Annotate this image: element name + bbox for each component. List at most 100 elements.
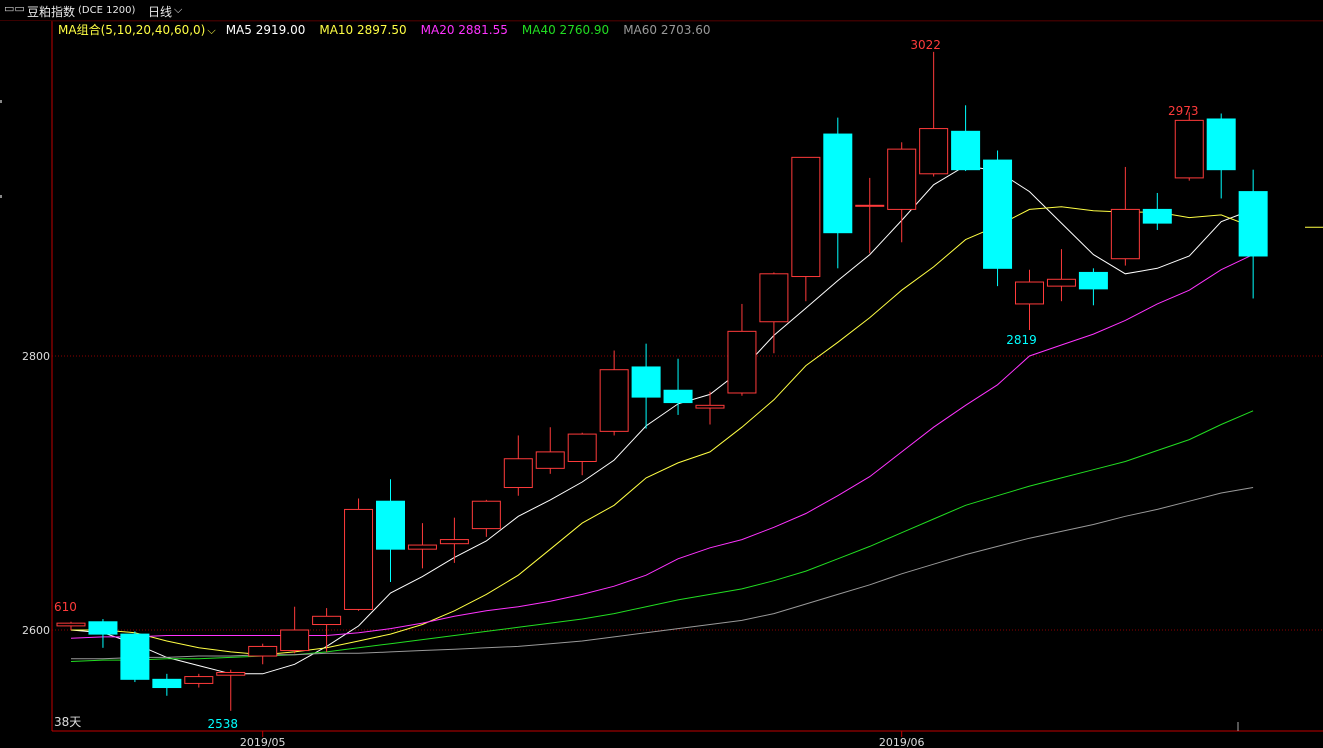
candlestick-chart: 2600 2800 2019/05 2019/06 610 38天 2538 2819 3022… (22, 20, 1323, 748)
ma40-line (70, 410, 1254, 662)
candle (1174, 112, 1204, 181)
ma20-legend: MA20 2881.55 (420, 23, 508, 37)
candle (1046, 249, 1076, 302)
candle-body-down (1142, 208, 1172, 224)
left-value-label: 610 (54, 600, 77, 614)
candle-body-down (1238, 191, 1268, 257)
candle-body-down (120, 633, 150, 680)
candle-body-up (535, 451, 565, 469)
candle-body-up (887, 148, 917, 210)
candle-body-up (1174, 119, 1204, 179)
chevron-down-icon[interactable]: ⌵ (174, 3, 182, 17)
candle (983, 150, 1013, 287)
ma-group-label[interactable]: MA组合(5,10,20,40,60,0) (58, 21, 205, 38)
candle (919, 51, 949, 177)
candle (855, 177, 885, 254)
grid-layer (51, 20, 1323, 737)
instrument-name[interactable]: 豆粕指数 (27, 3, 75, 20)
low-price-label: 2538 (207, 717, 238, 731)
candle (56, 621, 86, 630)
candle-body-up (407, 544, 437, 550)
ma40-legend: MA40 2760.90 (521, 23, 610, 37)
candle-body-down (663, 389, 693, 404)
candle (344, 498, 374, 611)
candle (663, 358, 693, 415)
candle-body-down (1206, 118, 1236, 171)
candle-body-down (1078, 271, 1108, 290)
sidebar-tick (0, 195, 2, 198)
ma20-line (70, 254, 1254, 639)
candle (567, 432, 597, 476)
candle-body-up (248, 645, 278, 657)
ma60-legend: MA60 2703.60 (623, 23, 711, 37)
candle-body-up (439, 539, 469, 545)
chevron-down-icon[interactable]: ⌵ (207, 24, 215, 38)
mid-low-price-label: 2819 (1006, 333, 1037, 347)
candle (759, 272, 789, 354)
candle (1078, 268, 1108, 306)
candle (599, 350, 629, 436)
candle (1015, 269, 1044, 330)
chart-title-bar: ▭▭ 豆粕指数 (DCE 1200) 日线 ⌵ (0, 0, 1323, 21)
candle-body-up (855, 204, 885, 207)
candle (695, 391, 725, 425)
candle-body-up (759, 273, 789, 323)
candle (280, 606, 310, 654)
candle (823, 117, 853, 269)
candle (152, 673, 182, 696)
candle-body-up (599, 369, 629, 432)
candle-body-up (1110, 208, 1140, 260)
candle (1238, 169, 1268, 299)
days-count-label: 38天 (54, 715, 81, 729)
candle-body-down (88, 621, 118, 635)
sidebar-tick (0, 100, 2, 103)
candle (727, 303, 757, 396)
ma5-legend: MA5 2919.00 (225, 23, 306, 37)
y-tick-label: 2600 (22, 624, 50, 637)
candle (1142, 192, 1172, 230)
x-tick-label: 2019/06 (879, 736, 925, 748)
candle (535, 427, 565, 474)
window-icon[interactable]: ▭▭ (4, 2, 25, 15)
candle (1206, 113, 1236, 199)
candle (951, 105, 981, 172)
x-tick-label: 2019/05 (240, 736, 286, 748)
candle-body-up (312, 615, 342, 626)
candle (407, 523, 437, 569)
candle-body-down (823, 133, 853, 234)
candle-body-up (280, 629, 310, 652)
candle (216, 669, 246, 711)
candle (471, 499, 501, 537)
ma-legend: MA组合(5,10,20,40,60,0) ⌵ MA5 2919.00 MA10 28… (58, 21, 724, 37)
ma5-line (70, 165, 1254, 675)
candle (887, 142, 917, 243)
right-high-price-label: 2973 (1168, 104, 1199, 118)
candle (791, 156, 821, 302)
candle-body-up (1015, 281, 1044, 305)
candle-body-up (567, 433, 597, 462)
candle-body-down (983, 159, 1013, 269)
candle (1110, 166, 1140, 266)
candle-body-up (919, 128, 949, 175)
candle (503, 435, 533, 496)
candle-body-up (503, 458, 533, 489)
ma10-line (71, 206, 1254, 656)
candle-body-down (152, 678, 182, 689)
candle (184, 673, 214, 688)
candle-body-up (791, 156, 821, 278)
candle-body-up (216, 671, 246, 676)
high-price-label: 3022 (910, 38, 941, 52)
candle-body-down (376, 500, 405, 550)
period-selector[interactable]: 日线 (148, 3, 172, 20)
candle (248, 643, 278, 665)
y-tick-label: 2800 (22, 350, 50, 363)
candle-body-up (471, 500, 501, 530)
candle-layer (56, 51, 1268, 711)
ma60-line (71, 487, 1254, 660)
candle (439, 517, 469, 563)
candle (120, 631, 150, 683)
candle-body-up (184, 676, 214, 684)
candle-body-down (631, 366, 661, 398)
exchange-code: (DCE 1200) (78, 5, 136, 16)
candle-body-up (56, 622, 86, 627)
